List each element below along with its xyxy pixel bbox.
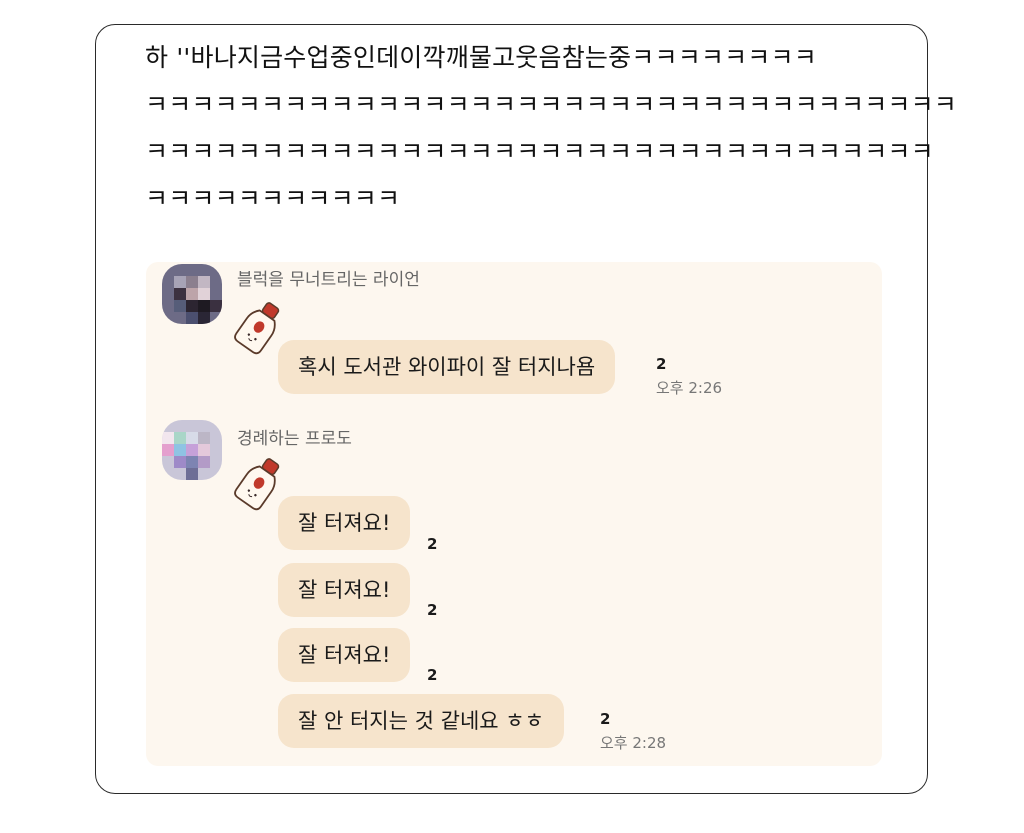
message-bubble[interactable]: 혹시 도서관 와이파이 잘 터지나욤 <box>278 340 616 394</box>
message-bubble[interactable]: 잘 안 터지는 것 같네요 ㅎㅎ <box>278 694 564 748</box>
sender-name: 블럭을 무너트리는 라이언 <box>237 270 420 290</box>
message-bubble[interactable]: 잘 터져요! <box>278 496 411 550</box>
unread-count: 2 <box>656 355 667 373</box>
unread-count: 2 <box>427 666 438 684</box>
post-line: ㅋㅋㅋㅋㅋㅋㅋㅋㅋㅋㅋㅋㅋㅋㅋㅋㅋㅋㅋㅋㅋㅋㅋㅋㅋㅋㅋㅋㅋㅋㅋㅋㅋㅋ <box>145 137 934 166</box>
post-line: 하 ''바나지금수업중인데이깍깨물고웃음참는중ㅋㅋㅋㅋㅋㅋㅋㅋ <box>145 43 817 72</box>
message-time: 오후 2:26 <box>656 379 723 397</box>
post-line: ㅋㅋㅋㅋㅋㅋㅋㅋㅋㅋㅋㅋㅋㅋㅋㅋㅋㅋㅋㅋㅋㅋㅋㅋㅋㅋㅋㅋㅋㅋㅋㅋㅋㅋㅋ <box>145 90 958 119</box>
sender-name: 경례하는 프로도 <box>237 429 352 449</box>
message-time: 오후 2:28 <box>600 734 667 752</box>
unread-count: 2 <box>427 601 438 619</box>
message-bubble[interactable]: 잘 터져요! <box>278 628 411 682</box>
avatar[interactable] <box>162 264 222 324</box>
avatar[interactable] <box>162 420 222 480</box>
post-text: 하 ''바나지금수업중인데이깍깨물고웃음참는중ㅋㅋㅋㅋㅋㅋㅋㅋ ㅋㅋㅋㅋㅋㅋㅋㅋ… <box>145 34 958 222</box>
message-bubble[interactable]: 잘 터져요! <box>278 563 411 617</box>
unread-count: 2 <box>600 710 611 728</box>
unread-count: 2 <box>427 535 438 553</box>
post-line: ㅋㅋㅋㅋㅋㅋㅋㅋㅋㅋㅋ <box>145 184 401 213</box>
